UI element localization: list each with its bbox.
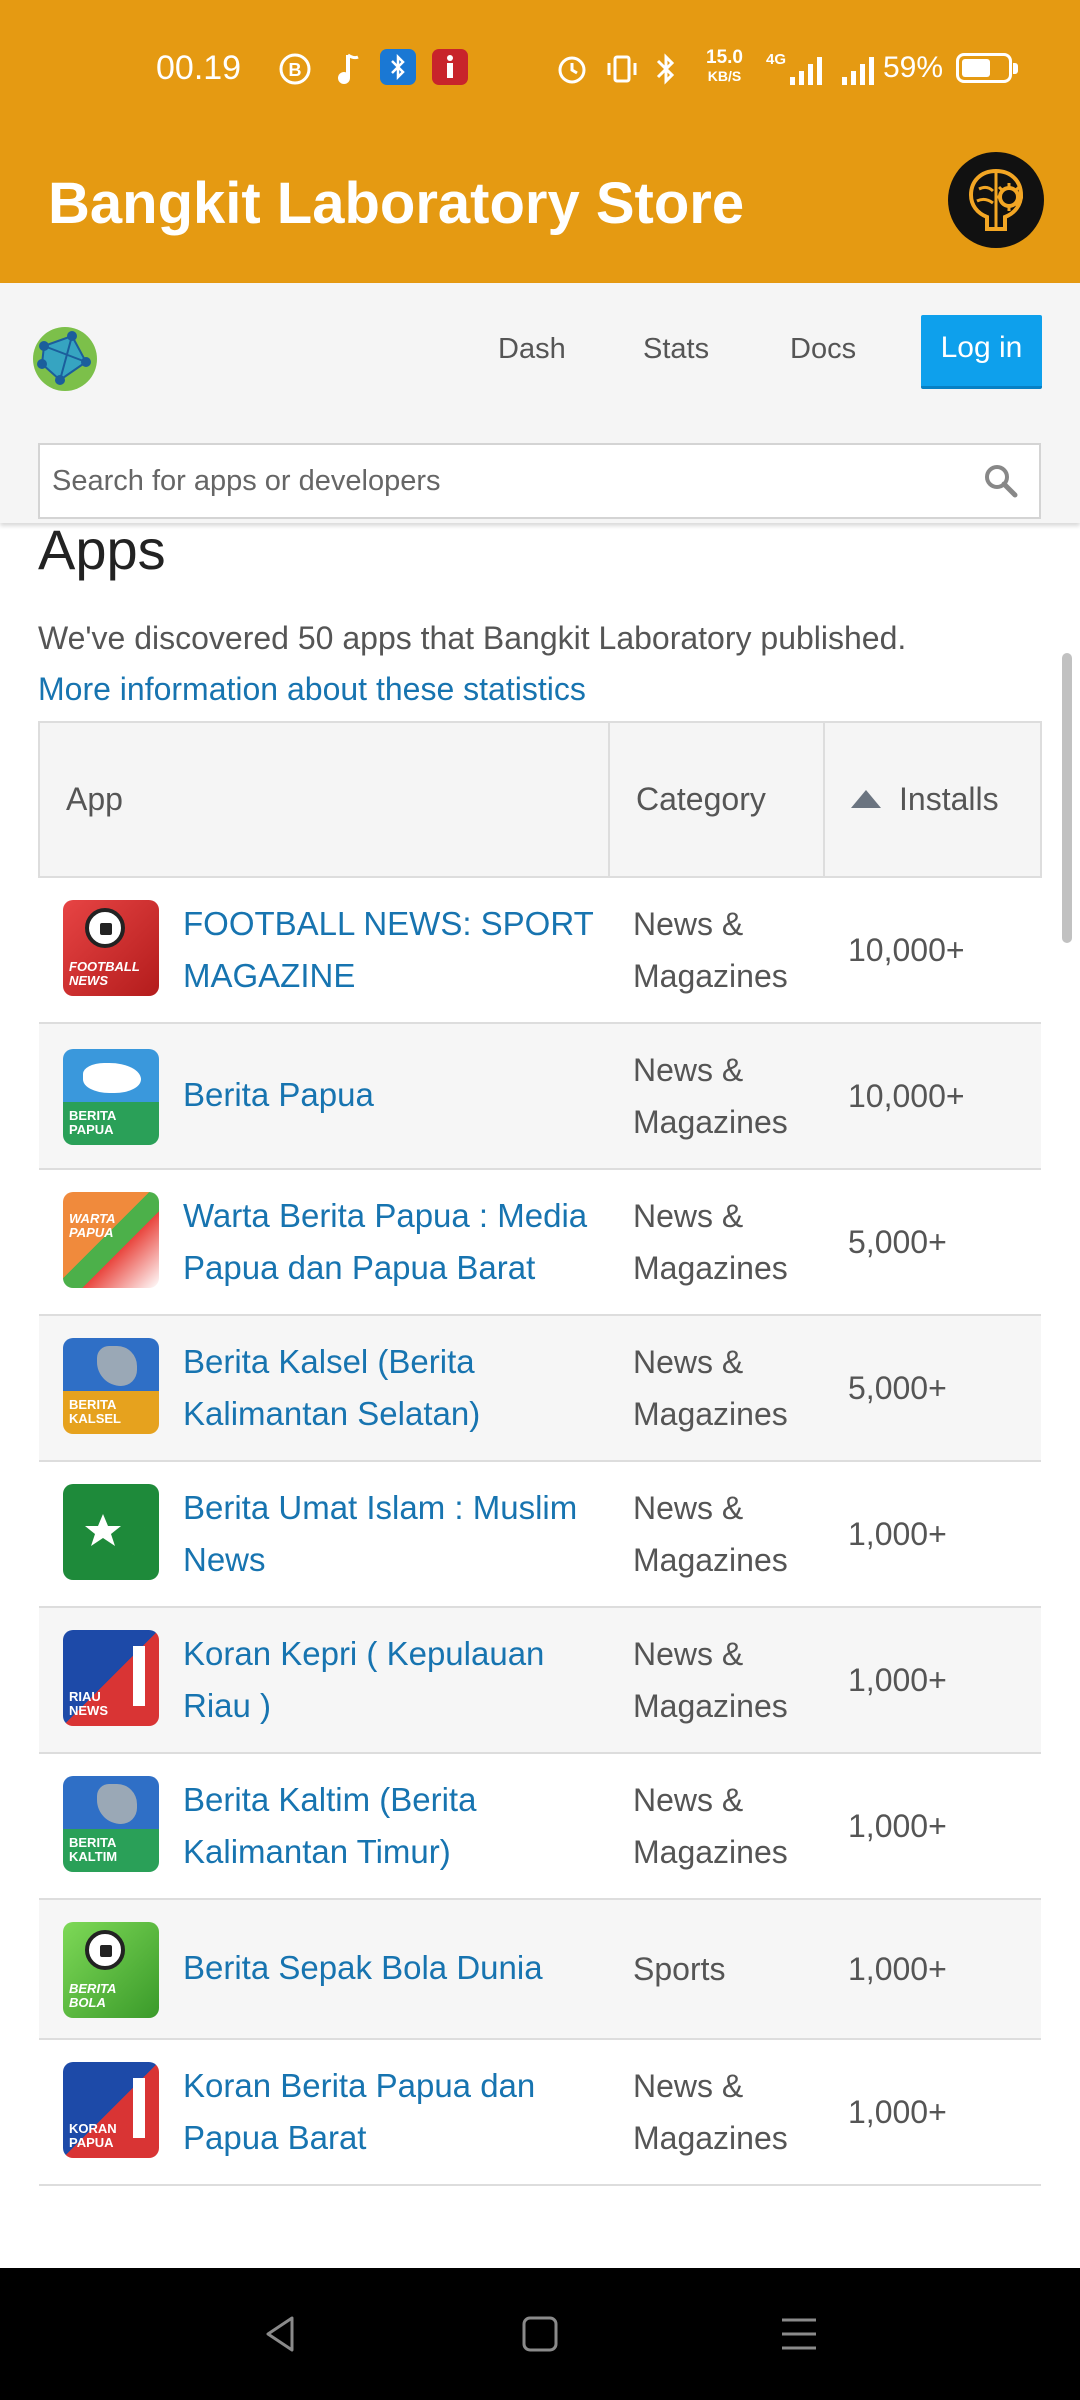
brain-gear-icon[interactable] (948, 152, 1044, 248)
berita-kalsel-app-icon: BERITA KALSEL (63, 1338, 159, 1434)
more-info-link[interactable]: More information about these statistics (38, 671, 586, 708)
bluetooth-icon (652, 49, 680, 89)
info-app-icon (432, 49, 468, 85)
app-category: News & Magazines (633, 906, 788, 994)
app-name-link[interactable]: Berita Umat Islam : Muslim News (183, 1482, 599, 1586)
header-installs[interactable]: Installs (823, 721, 1042, 878)
berita-kaltim-app-icon: BERITA KALTIM (63, 1776, 159, 1872)
app-installs: 1,000+ (848, 1808, 947, 1844)
app-category: News & Magazines (633, 2068, 788, 2156)
site-navbar: Dash Stats Docs Log in (0, 283, 1080, 523)
scrollbar[interactable] (1062, 653, 1072, 943)
app-installs: 5,000+ (848, 1224, 947, 1260)
app-installs: 1,000+ (848, 2094, 947, 2130)
app-category: News & Magazines (633, 1490, 788, 1578)
bluetooth-app-icon (380, 49, 416, 85)
table-row[interactable]: BERITA KALTIM Berita Kaltim (Berita Kalim… (39, 1753, 1041, 1899)
main-content: Apps We've discovered 50 apps that Bangk… (0, 523, 1080, 2268)
berita-umat-islam-app-icon (63, 1484, 159, 1580)
sort-ascending-icon (851, 789, 881, 808)
login-button[interactable]: Log in (921, 315, 1042, 389)
table-row[interactable]: BERITA KALSEL Berita Kalsel (Berita Kalim… (39, 1315, 1041, 1461)
koran-berita-papua-app-icon: KORAN PAPUA (63, 2062, 159, 2158)
app-name-link[interactable]: Berita Kalsel (Berita Kalimantan Selatan… (183, 1336, 599, 1440)
table-row[interactable]: WARTA PAPUA Warta Berita Papua : Media Pa… (39, 1169, 1041, 1315)
app-category: News & Magazines (633, 1782, 788, 1870)
home-icon[interactable] (519, 2312, 561, 2356)
intro-text: We've discovered 50 apps that Bangkit La… (38, 620, 907, 656)
app-name-link[interactable]: Berita Sepak Bola Dunia (183, 1942, 543, 1994)
app-category: News & Magazines (633, 1344, 788, 1432)
app-name-link[interactable]: FOOTBALL NEWS: SPORT MAGAZINE (183, 898, 599, 1002)
table-row[interactable]: KORAN PAPUA Koran Berita Papua dan Papua … (39, 2039, 1041, 2185)
app-installs: 1,000+ (848, 1951, 947, 1987)
app-name-link[interactable]: Warta Berita Papua : Media Papua dan Pap… (183, 1190, 599, 1294)
search-input[interactable] (52, 445, 952, 517)
koran-kepri-app-icon: RIAU NEWS (63, 1630, 159, 1726)
app-name-link[interactable]: Berita Papua (183, 1069, 374, 1121)
app-name-link[interactable]: Koran Kepri ( Kepulauan Riau ) (183, 1628, 599, 1732)
header-app[interactable]: App (38, 721, 610, 878)
b-circle-icon: B (278, 49, 312, 89)
app-category: Sports (633, 1951, 726, 1987)
app-category: News & Magazines (633, 1198, 788, 1286)
app-name-link[interactable]: Berita Kaltim (Berita Kalimantan Timur) (183, 1774, 599, 1878)
vibrate-icon (604, 49, 640, 89)
table-row[interactable]: RIAU NEWS Koran Kepri ( Kepulauan Riau ) … (39, 1607, 1041, 1753)
table-row[interactable]: Berita Umat Islam : Muslim News News & M… (39, 1461, 1041, 1607)
globe-logo-icon[interactable] (24, 318, 106, 400)
battery-icon (956, 53, 1018, 83)
page-title: Apps (38, 523, 166, 581)
table-row[interactable]: FOOTBALL NEWS FOOTBALL NEWS: SPORT MAGAZI… (39, 877, 1041, 1023)
berita-papua-app-icon: BERITA PAPUA (63, 1049, 159, 1145)
network-speed: 15.0 KB/S (706, 47, 743, 84)
alarm-icon (554, 49, 590, 89)
football-news-app-icon: FOOTBALL NEWS (63, 900, 159, 996)
header-category[interactable]: Category (608, 721, 825, 878)
app-topbar: 00.19 B 15.0 KB/S 4G 59% Bangkit Laborat… (0, 0, 1080, 283)
signal-icon (790, 55, 822, 85)
app-installs: 10,000+ (848, 932, 965, 968)
app-installs: 5,000+ (848, 1370, 947, 1406)
app-category: News & Magazines (633, 1052, 788, 1140)
app-installs: 10,000+ (848, 1078, 965, 1114)
search-box (38, 443, 1041, 519)
nav-docs[interactable]: Docs (790, 333, 856, 366)
search-icon[interactable] (983, 463, 1019, 499)
table-row[interactable]: BERITA PAPUA Berita Papua News & Magazine… (39, 1023, 1041, 1169)
app-installs: 1,000+ (848, 1516, 947, 1552)
apps-table: App Category Installs FOOTBALL NEWS FOOTB… (38, 721, 1042, 2186)
berita-sepak-bola-app-icon: BERITA BOLA (63, 1922, 159, 2018)
signal-icon-2 (842, 55, 874, 85)
warta-berita-papua-app-icon: WARTA PAPUA (63, 1192, 159, 1288)
nav-stats[interactable]: Stats (643, 333, 709, 366)
app-title: Bangkit Laboratory Store (48, 171, 745, 236)
app-name-link[interactable]: Koran Berita Papua dan Papua Barat (183, 2060, 599, 2164)
system-nav-bar (0, 2268, 1080, 2400)
back-icon[interactable] (260, 2312, 300, 2356)
nav-dash[interactable]: Dash (498, 333, 566, 366)
app-category: News & Magazines (633, 1636, 788, 1724)
svg-text:B: B (289, 60, 302, 80)
table-row[interactable]: BERITA BOLA Berita Sepak Bola Dunia Sport… (39, 1899, 1041, 2039)
recents-icon[interactable] (778, 2312, 820, 2356)
network-type: 4G (766, 51, 787, 68)
table-header-row: App Category Installs (38, 721, 1042, 878)
status-time: 00.19 (156, 49, 242, 87)
battery-percent: 59% (882, 51, 943, 84)
music-note-icon (334, 49, 364, 89)
status-bar: 00.19 B 15.0 KB/S 4G 59% (0, 45, 1080, 95)
app-installs: 1,000+ (848, 1662, 947, 1698)
